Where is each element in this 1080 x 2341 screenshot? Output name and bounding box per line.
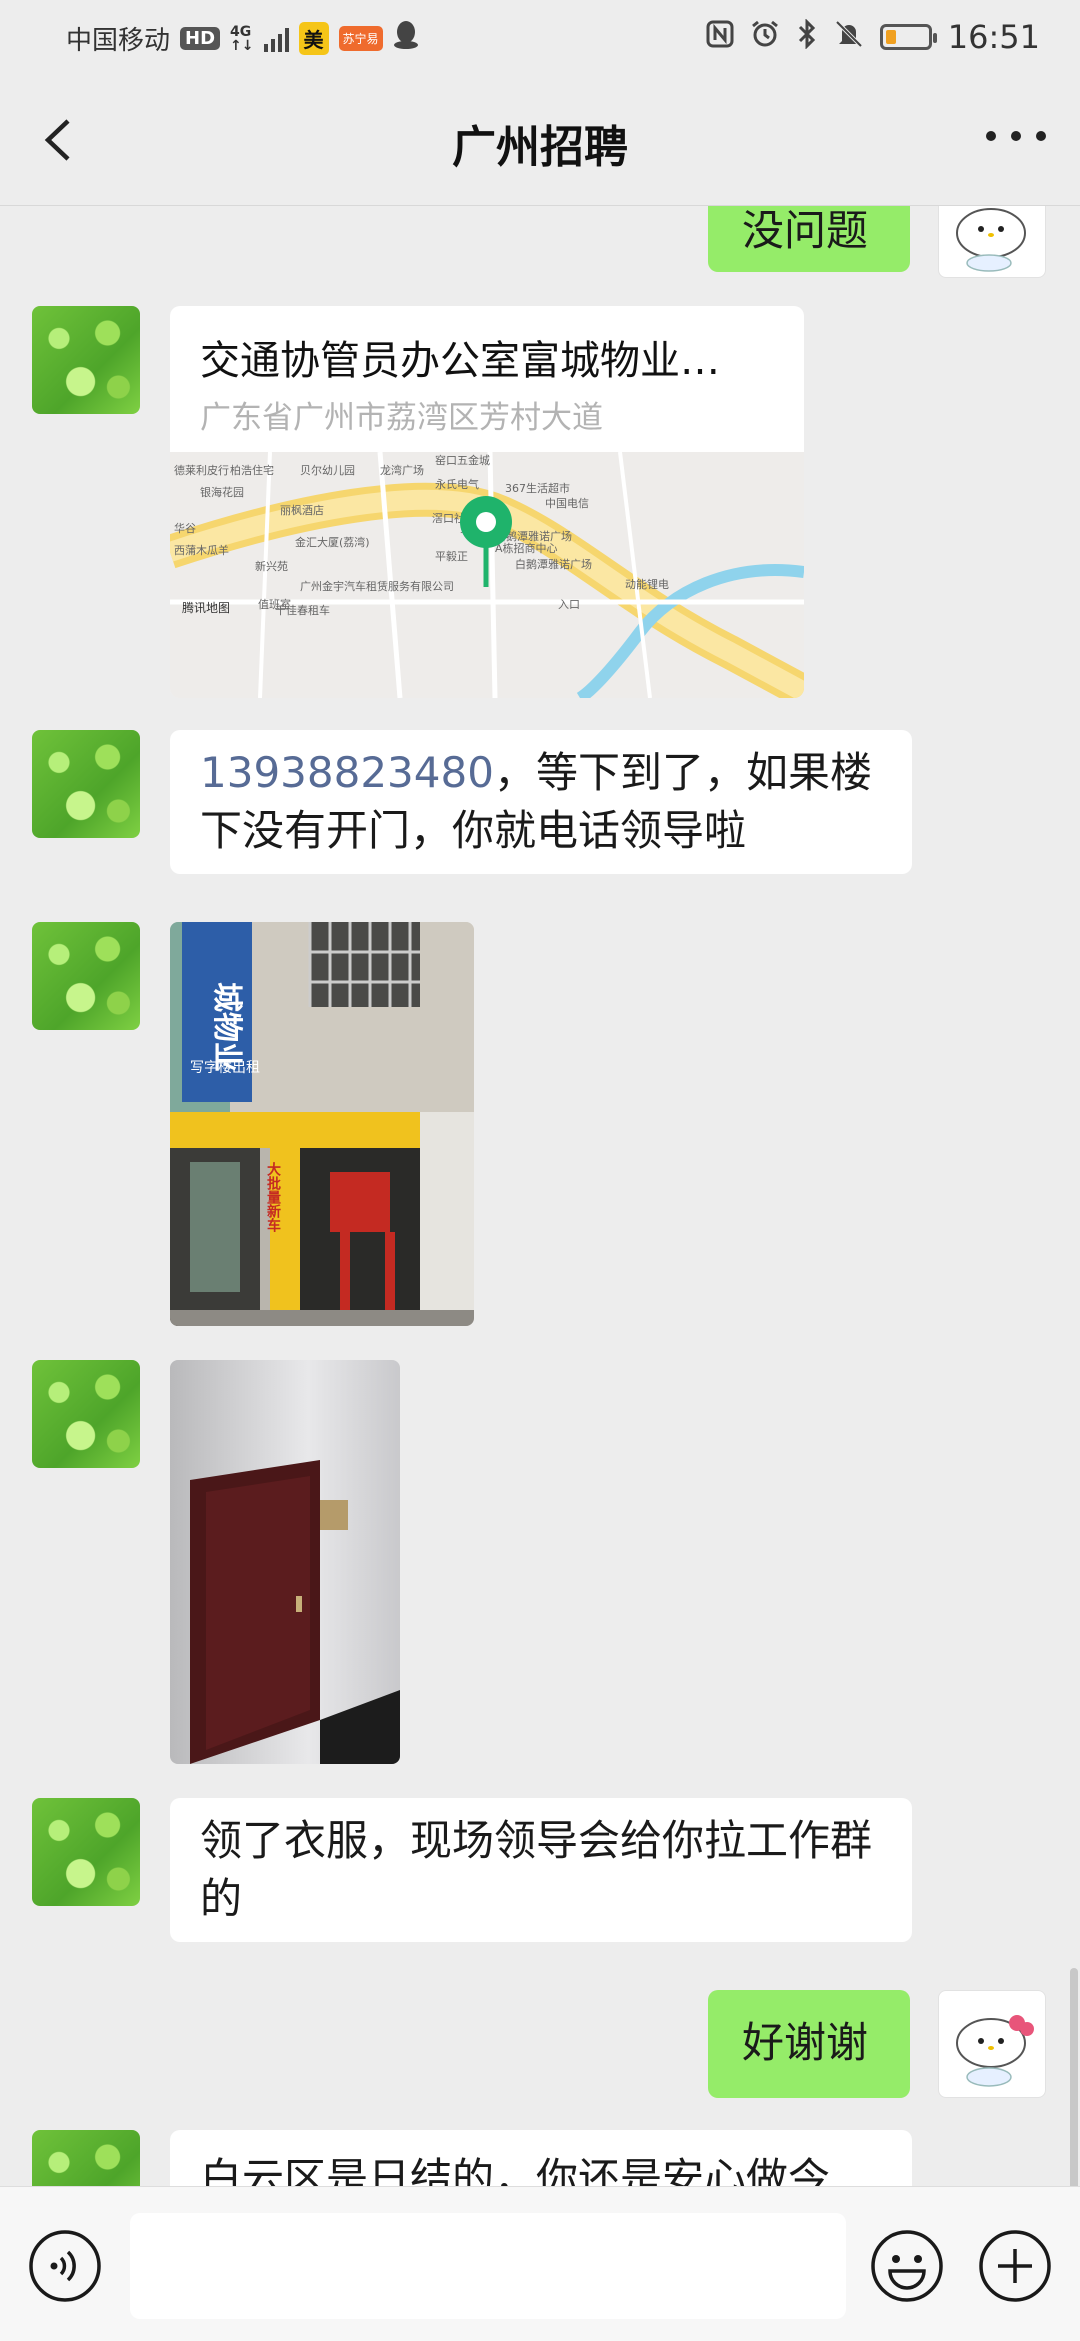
alarm-icon [750, 19, 780, 56]
image-message-building[interactable]: 城物业 写字楼出租 大批量新车 [170, 922, 474, 1326]
hello-kitty-avatar-icon [956, 2015, 1034, 2087]
mute-icon [834, 19, 864, 56]
more-options-button[interactable] [986, 131, 1046, 147]
location-address: 广东省广州市荔湾区芳村大道 [200, 400, 603, 436]
map-label: A栋招商中心 [495, 541, 558, 555]
contact-avatar[interactable] [32, 730, 140, 838]
hd-badge: HD [180, 27, 221, 50]
map-label: 中国电信 [545, 497, 589, 510]
message-text: 白云区是日结的，你还是安心做今 [200, 2154, 831, 2186]
message-bubble-sent[interactable]: 没问题 [708, 206, 910, 272]
map-label: 银海花园 [200, 485, 244, 499]
message-text: 好谢谢 [742, 2018, 869, 2067]
contact-avatar[interactable] [32, 922, 140, 1030]
message-input[interactable] [130, 2213, 846, 2319]
svg-text:大批量新车: 大批量新车 [265, 1161, 281, 1233]
map-label: 龙湾广场 [380, 463, 424, 477]
network-type: 4G ↑↓ [230, 25, 253, 53]
map-label: 动能锂电 [625, 577, 669, 591]
network-activity: ↑↓ [230, 37, 254, 54]
message-bubble-received[interactable]: 领了衣服，现场领导会给你拉工作群的 [170, 1798, 912, 1942]
location-card[interactable]: 交通协管员办公室富城物业… 广东省广州市荔湾区芳村大道 窑口五金城贝尔幼儿园 龙湾… [170, 306, 804, 698]
message-bubble-sent[interactable]: 好谢谢 [708, 1990, 910, 2098]
map-label: 贝尔幼儿园 [300, 464, 355, 477]
chat-header: 广州招聘 [0, 75, 1080, 206]
input-bar [0, 2186, 1080, 2341]
phone-number-link[interactable]: 13938823480 [200, 748, 494, 797]
message-bubble-received[interactable]: 13938823480，等下到了，如果楼下没有开门，你就电话领导啦 [170, 730, 912, 874]
map-label: 腾讯地图 [182, 600, 230, 615]
my-avatar[interactable] [938, 1990, 1046, 2098]
message-text: 没问题 [742, 206, 869, 255]
contact-avatar[interactable] [32, 306, 140, 414]
svg-text:写字楼出租: 写字楼出租 [190, 1060, 260, 1076]
map-label: 入口 [558, 598, 580, 611]
map-label: 白鹅潭雅诺广场 [515, 557, 592, 571]
more-functions-button[interactable] [978, 2229, 1052, 2303]
message-text: 领了衣服，现场领导会给你拉工作群的 [200, 1816, 873, 1923]
location-title: 交通协管员办公室富城物业… [200, 338, 720, 384]
suning-app-icon: 苏宁易 [338, 26, 383, 51]
contact-avatar[interactable] [32, 2130, 140, 2186]
contact-avatar[interactable] [32, 1798, 140, 1906]
status-bar: 中国移动 HD 4G ↑↓ 美 苏宁易 16:51 [0, 0, 1080, 75]
voice-icon [29, 2230, 101, 2302]
dot-icon [986, 131, 996, 141]
map-label: 华谷 [174, 521, 196, 535]
map-label: 金汇大厦(荔湾) [295, 535, 370, 549]
carrier-label: 中国移动 [66, 26, 171, 56]
plus-icon [979, 2230, 1051, 2302]
clock: 16:51 [947, 18, 1040, 56]
map-label: 窑口五金城 [435, 453, 490, 467]
map-label: 丽枫酒店 [280, 503, 324, 517]
image-message-door[interactable] [170, 1360, 400, 1764]
dot-icon [1011, 131, 1021, 141]
map-label: 永氏电气 [435, 477, 479, 491]
map-label: 德莱利皮行 [174, 463, 229, 477]
map-label: 千佳春租车 [275, 603, 330, 617]
building-photo-image: 城物业 写字楼出租 大批量新车 [170, 922, 474, 1326]
door-photo-image [170, 1360, 400, 1764]
map-label: 新兴苑 [255, 559, 288, 573]
dot-icon [1036, 131, 1046, 141]
map-label: 西蒲木瓜羊 [174, 543, 229, 557]
map-label: 柏浩住宅 [230, 463, 274, 477]
meituan-app-icon: 美 [298, 22, 329, 55]
nfc-icon [706, 20, 734, 55]
scrollbar[interactable] [1070, 1968, 1078, 2186]
map-label: 平毅正 [435, 549, 468, 563]
qq-icon [393, 20, 419, 57]
chat-title: 广州招聘 [452, 122, 628, 173]
map-label: 广州金宇汽车租赁服务有限公司 [300, 579, 454, 593]
emoji-icon [871, 2230, 943, 2302]
battery-icon [879, 24, 937, 50]
message-list[interactable]: 没问题 交通协管员办公室富城物业… 广东省广州市荔湾区芳村大道 窑口五金城 贝尔… [0, 206, 1080, 2186]
my-avatar[interactable] [938, 206, 1046, 278]
map-label: 367生活超市 [505, 481, 570, 495]
emoji-button[interactable] [870, 2229, 944, 2303]
map-thumbnail: 窑口五金城贝尔幼儿园 龙湾广场 永氏电气 367生活超市中国电信 柏浩住宅 德莱利皮行银海… [170, 451, 804, 698]
bluetooth-icon [796, 17, 818, 56]
message-bubble-received[interactable]: 白云区是日结的，你还是安心做今 [170, 2130, 912, 2186]
svg-text:城物业: 城物业 [209, 982, 244, 1072]
signal-icon [263, 26, 289, 52]
voice-input-button[interactable] [28, 2229, 102, 2303]
contact-avatar[interactable] [32, 1360, 140, 1468]
hello-kitty-avatar-icon [956, 208, 1026, 272]
